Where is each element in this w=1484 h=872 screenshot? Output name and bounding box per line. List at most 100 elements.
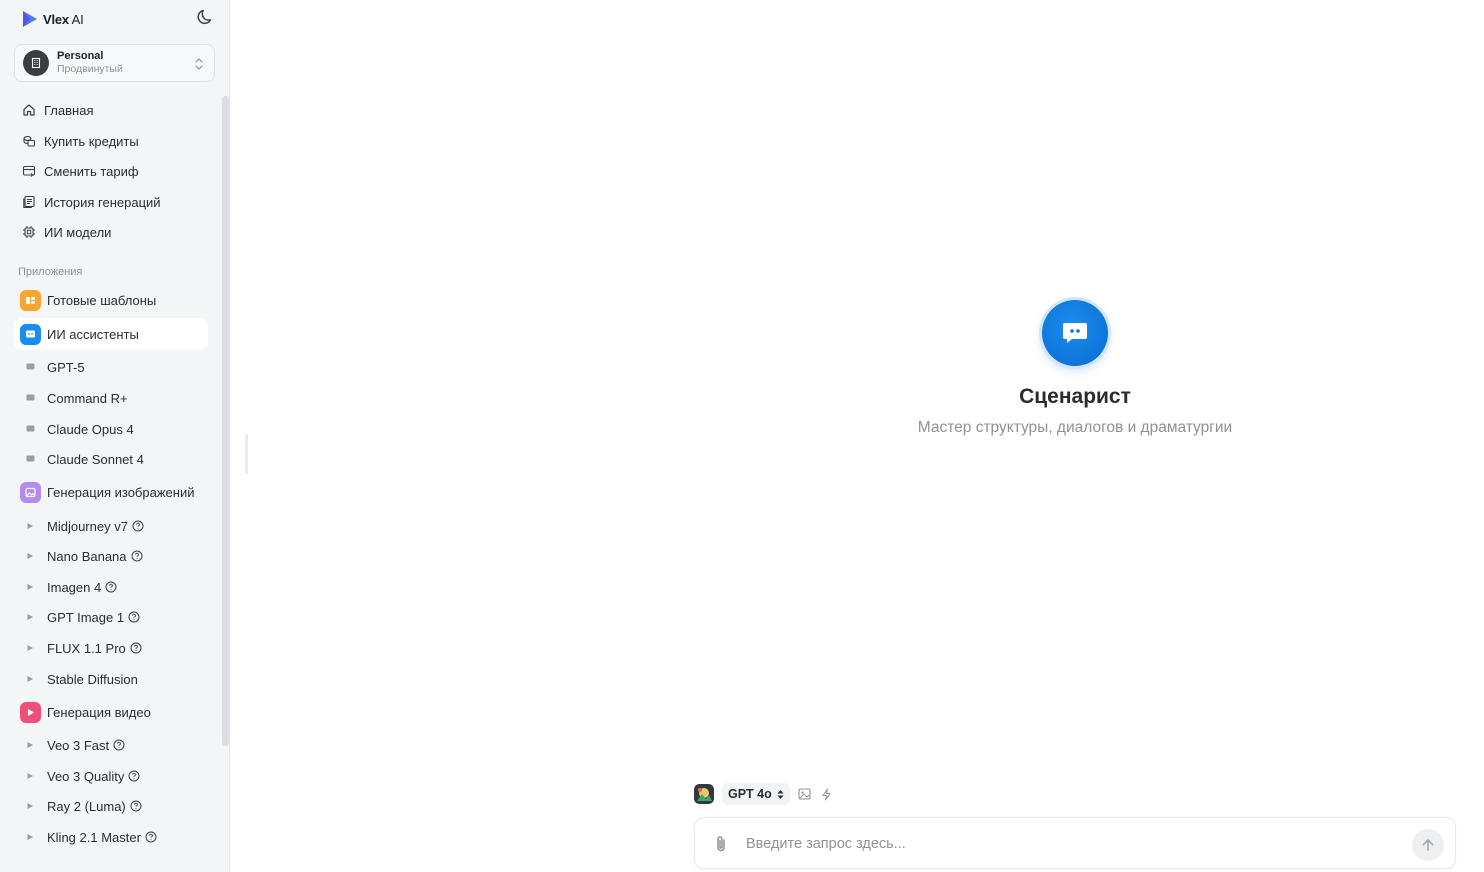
play-small-icon	[24, 800, 36, 812]
image-model-flux-1-1-pro[interactable]: FLUX 1.1 Pro	[14, 635, 208, 661]
coins-icon	[21, 133, 37, 149]
account-avatar	[23, 50, 49, 76]
account-name: Personal	[57, 50, 104, 62]
model-logo-icon	[694, 784, 714, 804]
app-video-generation[interactable]: Генерация видео	[14, 696, 208, 728]
play-small-icon	[24, 581, 36, 593]
play-small-icon	[24, 739, 36, 751]
help-circle-icon[interactable]	[145, 831, 157, 843]
help-circle-icon[interactable]	[130, 642, 142, 654]
nav-label: История генераций	[44, 194, 161, 210]
app-label: Готовые шаблоны	[47, 292, 157, 308]
assistant-claude-opus-4[interactable]: Claude Opus 4	[14, 416, 208, 442]
nav-buy-credits[interactable]: Купить кредиты	[14, 126, 208, 156]
app-templates[interactable]: Готовые шаблоны	[14, 284, 208, 316]
sidebar: Vlex AI Personal Продвинутый Главная Куп…	[0, 0, 230, 872]
assistant-title: Сценарист	[1019, 385, 1131, 408]
assistant-subtitle: Мастер структуры, диалогов и драматургии	[917, 419, 1233, 436]
help-circle-icon[interactable]	[105, 581, 117, 593]
help-circle-icon[interactable]	[132, 520, 144, 532]
send-button[interactable]	[1412, 829, 1444, 861]
image-model-nano-banana[interactable]: Nano Banana	[14, 543, 208, 569]
play-small-icon	[24, 770, 36, 782]
paperclip-icon[interactable]	[711, 834, 731, 854]
video-model-label: Ray 2 (Luma)	[47, 798, 126, 814]
image-model-midjourney-v7[interactable]: Midjourney v7	[14, 513, 208, 539]
image-icon	[20, 481, 41, 503]
nav-ai-models[interactable]: ИИ модели	[14, 217, 208, 247]
account-switcher[interactable]: Personal Продвинутый	[14, 44, 215, 82]
image-model-label: Nano Banana	[47, 548, 127, 564]
assistant-label: Claude Sonnet 4	[47, 451, 144, 467]
brand-logo[interactable]: Vlex AI	[22, 9, 84, 29]
model-select[interactable]: GPT 4o	[722, 783, 790, 805]
nav-history[interactable]: История генераций	[14, 187, 208, 217]
help-circle-icon[interactable]	[130, 800, 142, 812]
arrow-up-icon	[1422, 839, 1434, 851]
image-model-label: GPT Image 1	[47, 609, 125, 625]
assistant-label: GPT-5	[47, 359, 85, 375]
app-label: ИИ ассистенты	[47, 326, 139, 342]
apps-section-label: Приложения	[18, 266, 83, 278]
assistant-gpt-5[interactable]: GPT-5	[14, 354, 208, 380]
nav-label: Главная	[44, 102, 94, 118]
chat-small-icon	[24, 392, 36, 404]
app-image-generation[interactable]: Генерация изображений	[14, 476, 208, 508]
chat-small-icon	[24, 423, 36, 435]
image-model-imagen-4[interactable]: Imagen 4	[14, 574, 208, 600]
video-model-label: Veo 3 Fast	[47, 737, 110, 753]
video-play-icon	[20, 701, 41, 723]
help-circle-icon[interactable]	[131, 550, 143, 562]
play-small-icon	[24, 550, 36, 562]
image-model-stable-diffusion[interactable]: Stable Diffusion	[14, 666, 208, 692]
model-selector-row: GPT 4o	[694, 782, 834, 806]
play-small-icon	[24, 520, 36, 532]
help-circle-icon[interactable]	[128, 770, 140, 782]
image-model-label: Imagen 4	[47, 579, 102, 595]
nav-label: Сменить тариф	[44, 163, 139, 179]
brand-name: Vlex AI	[43, 11, 84, 27]
templates-icon	[20, 289, 41, 311]
help-circle-icon[interactable]	[128, 611, 140, 623]
sidebar-scrollbar[interactable]	[222, 96, 229, 746]
play-small-icon	[24, 611, 36, 623]
nav-label: Купить кредиты	[44, 133, 139, 149]
image-capability-icon	[798, 787, 812, 801]
app-assistants[interactable]: ИИ ассистенты	[14, 318, 208, 350]
chip-icon	[21, 224, 37, 240]
assistant-claude-sonnet-4[interactable]: Claude Sonnet 4	[14, 446, 208, 472]
video-model-veo-3-quality[interactable]: Veo 3 Quality	[14, 763, 208, 789]
model-select-label: GPT 4o	[728, 787, 772, 801]
image-model-label: FLUX 1.1 Pro	[47, 640, 126, 656]
image-model-label: Stable Diffusion	[47, 671, 138, 687]
nav-home[interactable]: Главная	[14, 95, 208, 125]
chat-small-icon	[24, 361, 36, 373]
play-small-icon	[24, 642, 36, 654]
vlex-logo-icon	[23, 11, 37, 27]
chevron-updown-icon	[195, 58, 203, 70]
home-icon	[21, 102, 37, 118]
sort-arrows-icon	[777, 789, 784, 799]
sidebar-resize-handle[interactable]	[245, 434, 248, 474]
video-model-ray-2-luma[interactable]: Ray 2 (Luma)	[14, 793, 208, 819]
account-plan: Продвинутый	[57, 63, 123, 75]
play-small-icon	[24, 673, 36, 685]
prompt-input[interactable]	[746, 832, 1386, 856]
help-circle-icon[interactable]	[113, 739, 125, 751]
video-model-veo-3-fast[interactable]: Veo 3 Fast	[14, 732, 208, 758]
assistant-label: Claude Opus 4	[47, 421, 134, 437]
history-icon	[21, 194, 37, 210]
nav-change-plan[interactable]: Сменить тариф	[14, 156, 208, 186]
video-model-label: Veo 3 Quality	[47, 768, 125, 784]
chat-small-icon	[24, 453, 36, 465]
image-model-gpt-image-1[interactable]: GPT Image 1	[14, 604, 208, 630]
video-model-kling-2-1-master[interactable]: Kling 2.1 Master	[14, 824, 208, 850]
card-icon	[21, 163, 37, 179]
assistant-command-r-plus[interactable]: Command R+	[14, 385, 208, 411]
moon-icon[interactable]	[196, 7, 216, 27]
play-small-icon	[24, 831, 36, 843]
assistant-avatar-icon	[1042, 300, 1108, 366]
app-label: Генерация изображений	[47, 484, 195, 500]
app-label: Генерация видео	[47, 704, 151, 720]
assistant-label: Command R+	[47, 390, 128, 406]
